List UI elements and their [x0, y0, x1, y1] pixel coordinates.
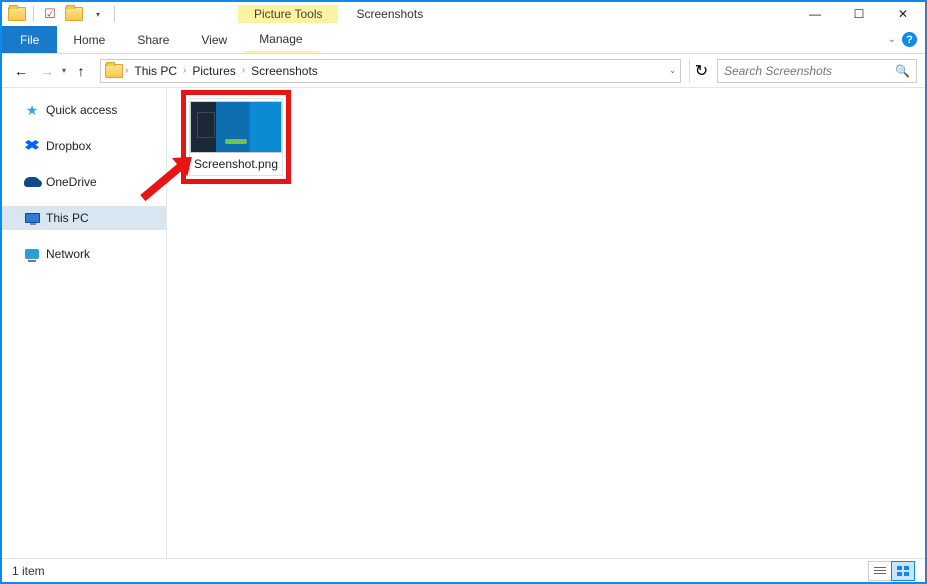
chevron-right-icon[interactable]: ›	[181, 65, 188, 76]
divider	[114, 6, 115, 22]
up-button[interactable]: ↑	[70, 60, 92, 82]
search-icon[interactable]: 🔍	[895, 64, 910, 78]
tab-view[interactable]: View	[185, 26, 243, 53]
dropbox-icon	[24, 138, 40, 154]
folder-icon	[105, 62, 123, 80]
sidebar-item-onedrive[interactable]: OneDrive	[2, 170, 166, 194]
window-controls: — ☐ ✕	[793, 2, 925, 26]
details-view-icon	[874, 566, 886, 576]
recent-locations-icon[interactable]: ▾	[62, 66, 66, 75]
window-title: Screenshots	[356, 7, 423, 21]
forward-button[interactable]: →	[36, 60, 58, 82]
file-name-label: Screenshot.png	[194, 157, 278, 173]
sidebar-item-label: Network	[46, 247, 90, 261]
thumbnails-view-icon	[897, 566, 909, 576]
sidebar-item-network[interactable]: Network	[2, 242, 166, 266]
refresh-button[interactable]: ↻	[689, 59, 713, 83]
status-bar: 1 item	[2, 558, 925, 582]
details-view-button[interactable]	[868, 561, 892, 581]
maximize-button[interactable]: ☐	[837, 2, 881, 26]
tab-share[interactable]: Share	[121, 26, 185, 53]
navigation-pane: ★ Quick access Dropbox OneDrive This PC …	[2, 88, 167, 558]
sidebar-item-this-pc[interactable]: This PC	[2, 206, 166, 230]
qat-dropdown-icon[interactable]: ▾	[87, 4, 109, 24]
close-button[interactable]: ✕	[881, 2, 925, 26]
new-folder-qat-icon[interactable]	[63, 4, 85, 24]
sidebar-item-label: Quick access	[46, 103, 117, 117]
help-icon[interactable]: ?	[902, 32, 917, 47]
thumbnails-view-button[interactable]	[891, 561, 915, 581]
chevron-right-icon[interactable]: ›	[240, 65, 247, 76]
main-area: ★ Quick access Dropbox OneDrive This PC …	[2, 88, 925, 558]
sidebar-item-label: OneDrive	[46, 175, 97, 189]
breadcrumb-this-pc[interactable]: This PC	[130, 60, 181, 82]
file-thumbnail	[190, 101, 282, 153]
chevron-down-icon[interactable]: ⌄	[669, 66, 676, 75]
chevron-right-icon[interactable]: ›	[123, 65, 130, 76]
folder-location-icon[interactable]	[6, 4, 28, 24]
divider	[33, 6, 34, 22]
view-switcher	[869, 561, 915, 581]
address-bar[interactable]: › This PC › Pictures › Screenshots ⌄	[100, 59, 681, 83]
status-item-count: 1 item	[12, 564, 45, 578]
search-input[interactable]	[724, 64, 895, 78]
quick-access-toolbar: ☑ ▾	[2, 4, 118, 24]
breadcrumb-pictures[interactable]: Pictures	[188, 60, 239, 82]
star-icon: ★	[24, 102, 40, 118]
expand-ribbon-icon[interactable]: ⌄	[888, 34, 896, 45]
file-pane[interactable]: Screenshot.png	[167, 88, 925, 558]
this-pc-icon	[24, 210, 40, 226]
sidebar-item-label: This PC	[46, 211, 89, 225]
file-tab[interactable]: File	[2, 26, 57, 53]
navigation-toolbar: ← → ▾ ↑ › This PC › Pictures › Screensho…	[2, 54, 925, 88]
back-button[interactable]: ←	[10, 60, 32, 82]
sidebar-item-label: Dropbox	[46, 139, 91, 153]
onedrive-icon	[24, 174, 40, 190]
contextual-tab-header: Picture Tools	[238, 5, 338, 23]
network-icon	[24, 246, 40, 262]
title-bar: ☑ ▾ Picture Tools Screenshots — ☐ ✕	[2, 2, 925, 26]
file-item-highlighted[interactable]: Screenshot.png	[181, 90, 291, 184]
search-box[interactable]: 🔍	[717, 59, 917, 83]
breadcrumb-screenshots[interactable]: Screenshots	[247, 60, 322, 82]
sidebar-item-dropbox[interactable]: Dropbox	[2, 134, 166, 158]
minimize-button[interactable]: —	[793, 2, 837, 26]
sidebar-item-quick-access[interactable]: ★ Quick access	[2, 98, 166, 122]
tab-home[interactable]: Home	[57, 26, 121, 53]
properties-qat-icon[interactable]: ☑	[39, 4, 61, 24]
ribbon-tabs: File Home Share View Manage ⌄ ?	[2, 26, 925, 54]
tab-manage[interactable]: Manage	[243, 26, 318, 53]
